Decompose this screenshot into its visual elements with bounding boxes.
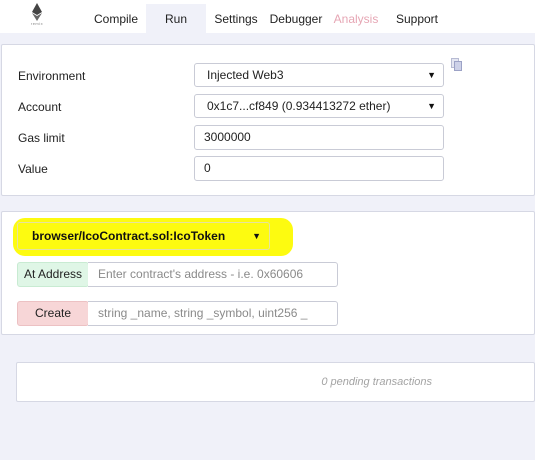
remix-logo: remix <box>27 3 47 29</box>
ethereum-diamond-icon <box>32 3 42 21</box>
chevron-down-icon: ▼ <box>427 101 436 111</box>
constructor-args-input[interactable]: string _name, string _symbol, uint256 _ <box>88 301 338 326</box>
account-value: 0x1c7...cf849 (0.934413272 ether) <box>207 99 391 113</box>
contract-panel: browser/IcoContract.sol:IcoToken ▼ At Ad… <box>1 211 535 335</box>
gas-limit-input[interactable]: 3000000 <box>194 125 444 150</box>
copy-icon[interactable] <box>451 58 463 71</box>
environment-select[interactable]: Injected Web3 ▼ <box>194 63 444 87</box>
pending-transactions-text: 0 pending transactions <box>321 376 432 388</box>
tab-compile[interactable]: Compile <box>86 4 146 33</box>
gas-limit-label: Gas limit <box>18 131 65 145</box>
pending-transactions-panel: 0 pending transactions <box>16 362 535 402</box>
chevron-down-icon: ▼ <box>427 70 436 80</box>
contract-address-input[interactable]: Enter contract's address - i.e. 0x60606 <box>88 262 338 287</box>
tab-analysis[interactable]: Analysis <box>330 4 382 33</box>
tab-debugger[interactable]: Debugger <box>266 4 326 33</box>
tab-support[interactable]: Support <box>390 4 444 33</box>
chevron-down-icon: ▼ <box>252 231 261 241</box>
value-label: Value <box>18 162 48 176</box>
top-navigation: remix Compile Run Settings Debugger Anal… <box>0 0 535 33</box>
environment-label: Environment <box>18 69 86 83</box>
account-select[interactable]: 0x1c7...cf849 (0.934413272 ether) ▼ <box>194 94 444 118</box>
value-input[interactable]: 0 <box>194 156 444 181</box>
logo-caption: remix <box>30 21 44 26</box>
create-button[interactable]: Create <box>17 301 89 326</box>
environment-value: Injected Web3 <box>207 68 284 82</box>
at-address-button[interactable]: At Address <box>17 262 89 287</box>
tab-settings[interactable]: Settings <box>210 4 262 33</box>
tab-run[interactable]: Run <box>146 4 206 33</box>
contract-select[interactable]: browser/IcoContract.sol:IcoToken ▼ <box>17 222 270 250</box>
account-label: Account <box>18 100 62 114</box>
contract-select-value: browser/IcoContract.sol:IcoToken <box>32 229 226 243</box>
